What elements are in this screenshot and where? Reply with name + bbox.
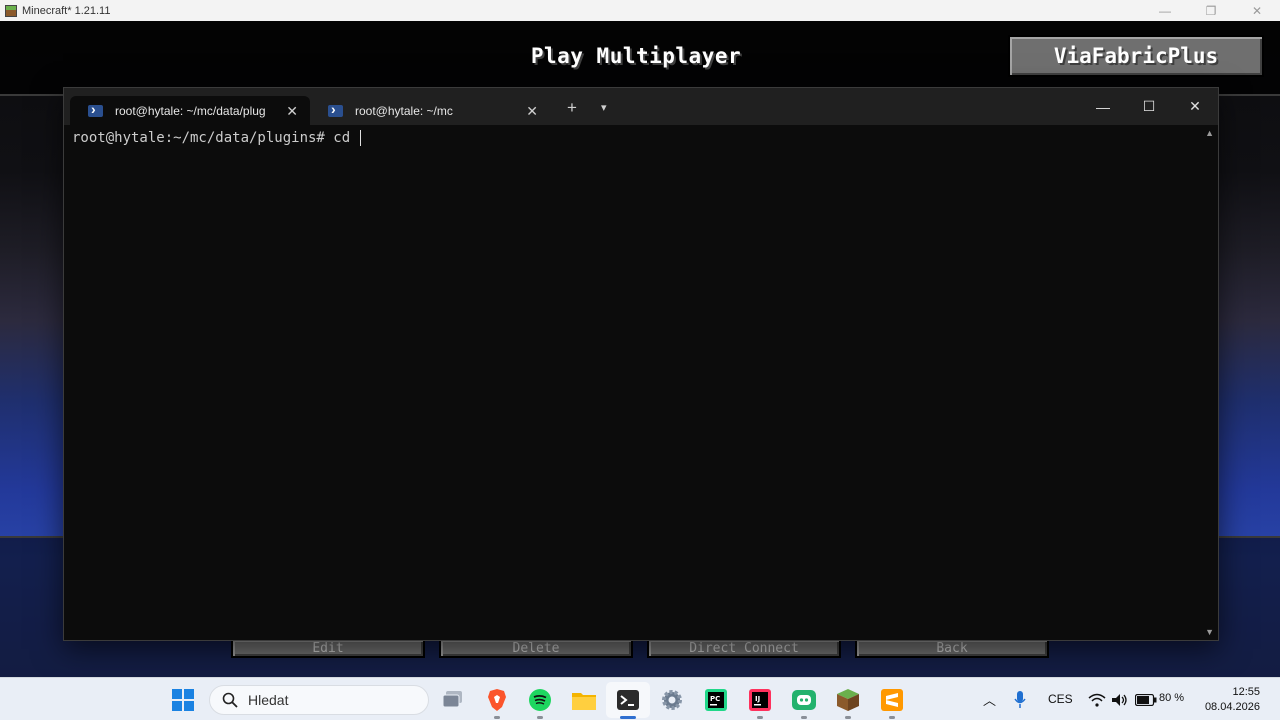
chevron-up-icon[interactable]: ︿ bbox=[983, 690, 996, 709]
close-icon[interactable]: ✕ bbox=[1234, 0, 1280, 21]
running-indicator bbox=[494, 716, 500, 719]
discord-icon[interactable] bbox=[792, 688, 816, 719]
shell-prompt: root@hytale:~/mc/data/plugins# bbox=[72, 130, 334, 146]
viafabricplus-button[interactable]: ViaFabricPlus bbox=[1008, 35, 1264, 77]
terminal-window-controls: — ☐ ✕ bbox=[1080, 88, 1218, 125]
edit-button[interactable]: Edit bbox=[231, 638, 425, 658]
terminal-output[interactable]: root@hytale:~/mc/data/plugins# cd bbox=[72, 130, 1200, 146]
battery-percent: 80 % bbox=[1159, 692, 1185, 704]
svg-text:IJ: IJ bbox=[755, 695, 760, 703]
running-indicator bbox=[757, 716, 763, 719]
active-app-indicator bbox=[620, 716, 636, 719]
clock[interactable]: 12:55 08.04.2026 bbox=[1205, 685, 1260, 715]
delete-button[interactable]: Delete bbox=[439, 638, 633, 658]
minecraft-window-title: Minecraft* 1.21.11 bbox=[22, 4, 111, 17]
tab-label: root@hytale: ~/mc/data/plug bbox=[115, 103, 266, 118]
search-input[interactable]: Hledat bbox=[209, 685, 429, 715]
minimize-icon[interactable]: — bbox=[1080, 88, 1126, 125]
powershell-icon bbox=[328, 101, 343, 117]
file-explorer-icon[interactable] bbox=[572, 688, 596, 712]
restore-icon[interactable]: ❐ bbox=[1188, 0, 1234, 21]
intellij-icon[interactable]: IJ bbox=[748, 688, 772, 719]
minecraft-titlebar: Minecraft* 1.21.11 — ❐ ✕ bbox=[0, 0, 1280, 21]
pycharm-icon[interactable]: PC bbox=[704, 688, 728, 712]
running-indicator bbox=[537, 716, 543, 719]
microphone-icon[interactable] bbox=[1011, 688, 1029, 712]
date: 08.04.2026 bbox=[1204, 701, 1260, 713]
task-view-icon[interactable] bbox=[441, 688, 465, 712]
running-indicator bbox=[801, 716, 807, 719]
running-indicator bbox=[889, 716, 895, 719]
tab-plugins[interactable]: root@hytale: ~/mc/data/plug ✕ bbox=[70, 96, 310, 125]
svg-text:PC: PC bbox=[710, 695, 720, 703]
scroll-up-icon[interactable]: ▲ bbox=[1205, 128, 1214, 138]
powershell-icon bbox=[88, 101, 103, 117]
minimize-icon[interactable]: — bbox=[1142, 0, 1188, 21]
start-icon[interactable] bbox=[171, 688, 195, 712]
terminal-window: root@hytale: ~/mc/data/plug ✕ root@hytal… bbox=[63, 87, 1219, 641]
spotify-icon[interactable] bbox=[528, 688, 552, 719]
brave-icon[interactable] bbox=[485, 688, 509, 719]
chevron-down-icon[interactable]: ▾ bbox=[601, 101, 607, 114]
running-indicator bbox=[845, 716, 851, 719]
minecraft-icon bbox=[5, 4, 17, 17]
taskbar: Hledat PC IJ ︿ CES 80 % 12:55 08.04.2026 bbox=[0, 677, 1280, 720]
tab-mc[interactable]: root@hytale: ~/mc ✕ bbox=[310, 96, 550, 125]
search-icon bbox=[222, 692, 238, 708]
search-placeholder: Hledat bbox=[248, 692, 289, 708]
direct-connect-button[interactable]: Direct Connect bbox=[647, 638, 841, 658]
wifi-icon[interactable] bbox=[1087, 688, 1107, 712]
new-tab-button[interactable]: + bbox=[567, 98, 577, 118]
language-indicator[interactable]: CES bbox=[1048, 692, 1073, 706]
minecraft-window-controls: — ❐ ✕ bbox=[1142, 0, 1280, 21]
sublime-text-icon[interactable] bbox=[880, 688, 904, 719]
terminal-tab-bar: root@hytale: ~/mc/data/plug ✕ root@hytal… bbox=[64, 88, 1218, 125]
close-icon[interactable]: ✕ bbox=[286, 103, 298, 120]
close-icon[interactable]: ✕ bbox=[1172, 88, 1218, 125]
maximize-icon[interactable]: ☐ bbox=[1126, 88, 1172, 125]
tab-label: root@hytale: ~/mc bbox=[355, 103, 453, 118]
terminal-icon[interactable] bbox=[616, 688, 640, 712]
time: 12:55 bbox=[1232, 686, 1260, 698]
minecraft-icon[interactable] bbox=[836, 688, 860, 719]
close-icon[interactable]: ✕ bbox=[526, 103, 538, 120]
battery-icon[interactable] bbox=[1134, 688, 1158, 712]
command-input[interactable]: cd bbox=[333, 130, 358, 146]
settings-icon[interactable] bbox=[660, 688, 684, 712]
volume-icon[interactable] bbox=[1110, 688, 1130, 712]
text-cursor bbox=[359, 130, 361, 146]
scroll-down-icon[interactable]: ▼ bbox=[1205, 627, 1214, 637]
back-button[interactable]: Back bbox=[855, 638, 1049, 658]
